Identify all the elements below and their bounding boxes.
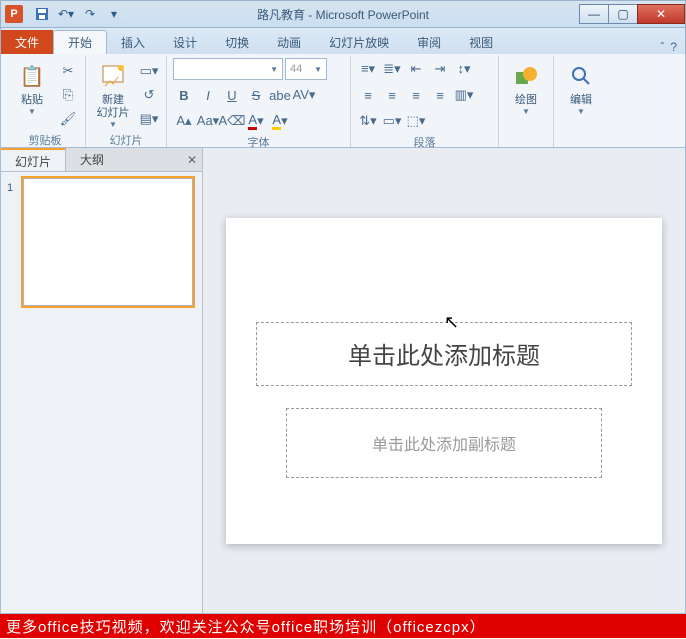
ribbon-minimize-icon[interactable]: ˆ [660,40,664,54]
group-editing: 编辑 ▼ [554,56,608,147]
new-slide-icon [97,60,129,92]
maximize-button[interactable]: ▢ [608,4,638,24]
slide-editor[interactable]: 单击此处添加标题 单击此处添加副标题 [203,148,685,613]
text-direction-icon[interactable]: ⇅▾ [357,110,379,132]
qat-customize-icon[interactable]: ▾ [103,4,125,24]
font-size-value: 44 [290,63,302,75]
slides-pane: 幻灯片 大纲 ✕ 1 [1,148,203,613]
justify-icon[interactable]: ≡ [429,84,451,106]
reset-icon[interactable]: ↺ [138,84,160,106]
columns-icon[interactable]: ▥▾ [453,84,475,106]
save-icon[interactable] [31,4,53,24]
file-tab[interactable]: 文件 [1,30,53,54]
close-button[interactable]: ✕ [637,4,685,24]
group-clipboard-label: 剪贴板 [11,130,79,150]
app-icon: P [5,5,23,23]
ribbon-tabs: 文件 开始 插入 设计 切换 动画 幻灯片放映 审阅 视图 ˆ ? [0,28,686,54]
clear-format-icon[interactable]: A⌫ [221,110,243,132]
italic-icon[interactable]: I [197,84,219,106]
cut-icon[interactable]: ✂ [57,60,79,82]
underline-icon[interactable]: U [221,84,243,106]
group-drawing: 绘图 ▼ [499,56,554,147]
slide-thumbnail-1[interactable] [23,178,193,306]
editing-label: 编辑 [570,94,592,107]
paste-label: 粘贴 [21,94,43,107]
layout-icon[interactable]: ▭▾ [138,60,160,82]
change-case-icon[interactable]: Aa▾ [197,110,219,132]
workspace: 幻灯片 大纲 ✕ 1 单击此处添加标题 单击此处添加副标题 ↖ [0,148,686,614]
window-controls: — ▢ ✕ [580,4,685,24]
format-painter-icon[interactable]: 🖌 [57,108,79,130]
shapes-icon [510,60,542,92]
highlight-icon[interactable]: A▾ [269,110,291,132]
redo-icon[interactable]: ↷ [79,4,101,24]
paste-button[interactable]: 📋 粘贴 ▼ [11,58,53,116]
pane-tabs: 幻灯片 大纲 ✕ [1,148,202,172]
tab-transitions[interactable]: 切换 [211,30,263,54]
smartart-icon[interactable]: ⬚▾ [405,110,427,132]
tab-design[interactable]: 设计 [159,30,211,54]
new-slide-label: 新建 幻灯片 [97,94,130,120]
numbering-icon[interactable]: ≣▾ [381,58,403,80]
undo-icon[interactable]: ↶▾ [55,4,77,24]
quick-access-toolbar: ↶▾ ↷ ▾ [31,4,125,24]
align-center-icon[interactable]: ≡ [381,84,403,106]
group-slides: 新建 幻灯片 ▼ ▭▾ ↺ ▤▾ 幻灯片 [86,56,167,147]
title-placeholder[interactable]: 单击此处添加标题 [256,322,632,386]
group-slides-label: 幻灯片 [92,130,160,150]
char-spacing-icon[interactable]: AV▾ [293,84,315,106]
new-slide-button[interactable]: 新建 幻灯片 ▼ [92,58,134,129]
paste-icon: 📋 [16,60,48,92]
drawing-label: 绘图 [515,94,537,107]
pane-tab-slides[interactable]: 幻灯片 [1,148,66,171]
group-clipboard: 📋 粘贴 ▼ ✂ ⎘ 🖌 剪贴板 [5,56,86,147]
drawing-button[interactable]: 绘图 ▼ [505,58,547,116]
ribbon: 📋 粘贴 ▼ ✂ ⎘ 🖌 剪贴板 新建 幻灯片 ▼ ▭▾ ↺ ▤▾ [0,54,686,148]
thumb-number: 1 [7,178,19,306]
tab-review[interactable]: 审阅 [403,30,455,54]
line-spacing-icon[interactable]: ↕▾ [453,58,475,80]
align-right-icon[interactable]: ≡ [405,84,427,106]
section-icon[interactable]: ▤▾ [138,108,160,130]
tab-insert[interactable]: 插入 [107,30,159,54]
font-name-combo[interactable]: ▼ [173,58,283,80]
group-editing-spacer [560,131,602,147]
editing-button[interactable]: 编辑 ▼ [560,58,602,116]
bold-icon[interactable]: B [173,84,195,106]
window-title: 路凡教育 - Microsoft PowerPoint [257,6,429,23]
copy-icon[interactable]: ⎘ [57,84,79,106]
tab-animations[interactable]: 动画 [263,30,315,54]
group-paragraph: ≡▾ ≣▾ ⇤ ⇥ ↕▾ ≡ ≡ ≡ ≡ ▥▾ ⇅▾ ▭▾ ⬚▾ 段落 [351,56,499,147]
find-icon [565,60,597,92]
group-font: ▼ 44▼ B I U S abe AV▾ A▴ Aa▾ A⌫ A▾ A▾ 字体 [167,56,351,147]
subtitle-placeholder[interactable]: 单击此处添加副标题 [286,408,602,478]
grow-font-icon[interactable]: A▴ [173,110,195,132]
thumb-row: 1 [7,178,196,306]
align-text-icon[interactable]: ▭▾ [381,110,403,132]
bullets-icon[interactable]: ≡▾ [357,58,379,80]
footer-banner: 更多office技巧视频，欢迎关注公众号office职场培训（officezcp… [0,614,686,638]
slide-canvas[interactable]: 单击此处添加标题 单击此处添加副标题 [226,218,662,544]
minimize-button[interactable]: — [579,4,609,24]
strike-icon[interactable]: S [245,84,267,106]
help-icon[interactable]: ? [670,40,677,54]
title-bar: P ↶▾ ↷ ▾ 路凡教育 - Microsoft PowerPoint — ▢… [0,0,686,28]
shadow-icon[interactable]: abe [269,84,291,106]
decrease-indent-icon[interactable]: ⇤ [405,58,427,80]
thumbnails: 1 [1,172,202,613]
increase-indent-icon[interactable]: ⇥ [429,58,451,80]
tab-slideshow[interactable]: 幻灯片放映 [315,30,403,54]
pane-tab-outline[interactable]: 大纲 [66,148,118,171]
align-left-icon[interactable]: ≡ [357,84,379,106]
group-drawing-spacer [505,131,547,147]
tab-view[interactable]: 视图 [455,30,507,54]
tab-home[interactable]: 开始 [53,30,107,54]
font-size-combo[interactable]: 44▼ [285,58,327,80]
font-color-icon[interactable]: A▾ [245,110,267,132]
